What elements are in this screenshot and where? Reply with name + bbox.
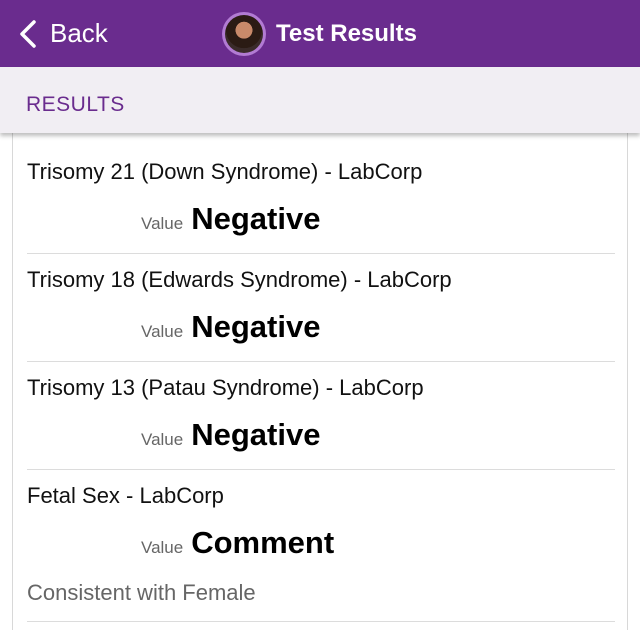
- value-line: Value Negative: [141, 201, 320, 237]
- avatar-photo: [225, 14, 263, 53]
- result-comment: Consistent with Female: [27, 580, 256, 605]
- page-title: Test Results: [276, 19, 417, 47]
- value-line: Value Comment: [141, 525, 334, 561]
- result-value: Negative: [191, 417, 321, 452]
- test-name: Trisomy 13 (Patau Syndrome) - LabCorp: [27, 375, 424, 400]
- value-label: Value: [141, 430, 184, 449]
- result-row[interactable]: Fetal Sex - LabCorp Value Comment Consis…: [27, 469, 615, 622]
- back-button[interactable]: Back: [18, 0, 108, 67]
- results-section-header: RESULTS: [0, 67, 640, 133]
- value-line: Value Negative: [141, 309, 320, 345]
- result-row[interactable]: Trisomy 13 (Patau Syndrome) - LabCorp Va…: [27, 361, 615, 470]
- test-name: Trisomy 18 (Edwards Syndrome) - LabCorp: [27, 267, 452, 292]
- result-row[interactable]: Trisomy 21 (Down Syndrome) - LabCorp Val…: [27, 133, 615, 254]
- avatar[interactable]: [222, 11, 266, 56]
- value-label: Value: [141, 538, 184, 557]
- results-card: Trisomy 21 (Down Syndrome) - LabCorp Val…: [12, 133, 628, 630]
- chevron-left-icon: [20, 19, 36, 48]
- value-label: Value: [141, 322, 184, 341]
- test-name: Trisomy 21 (Down Syndrome) - LabCorp: [27, 159, 423, 184]
- title-group: Test Results: [222, 0, 417, 67]
- test-name: Fetal Sex - LabCorp: [27, 483, 224, 508]
- result-value: Comment: [191, 525, 335, 560]
- result-value: Negative: [191, 309, 321, 344]
- navigation-bar: Back Test Results: [0, 0, 640, 67]
- value-label: Value: [141, 214, 184, 233]
- section-title: RESULTS: [26, 93, 125, 116]
- value-line: Value Negative: [141, 417, 320, 453]
- result-value: Negative: [191, 201, 321, 236]
- result-row[interactable]: Trisomy 18 (Edwards Syndrome) - LabCorp …: [27, 253, 615, 362]
- back-label: Back: [50, 18, 108, 48]
